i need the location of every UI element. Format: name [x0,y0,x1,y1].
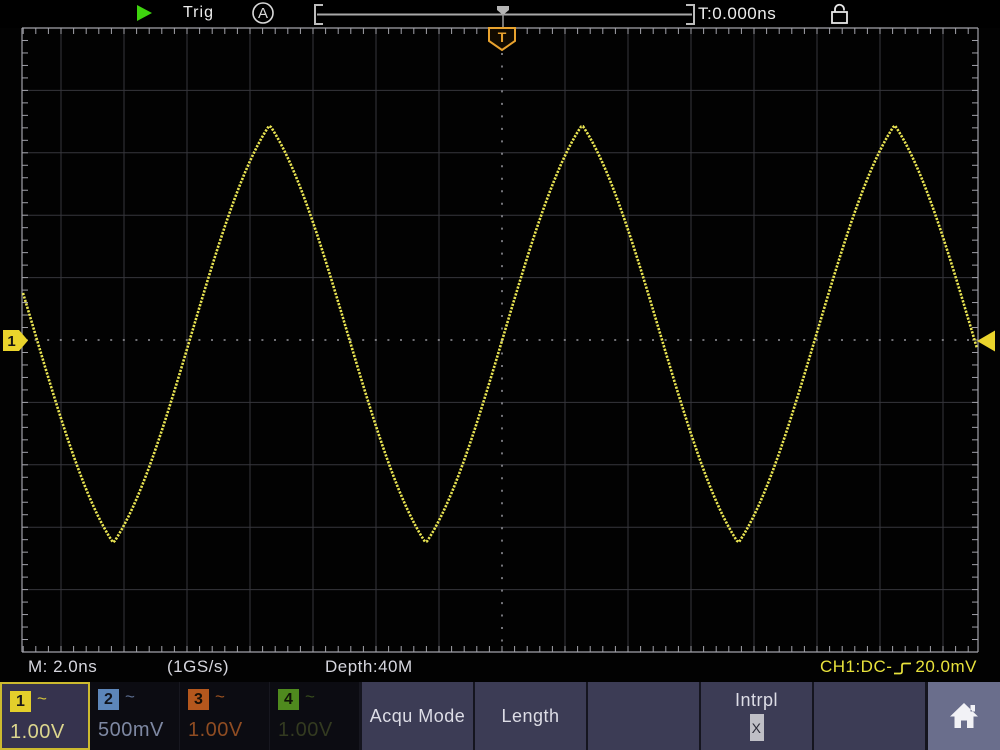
waveform-display: T 1 [0,0,1000,682]
interpolation-checkbox[interactable]: X [750,714,764,741]
channel-3-scale: 1.00V [188,719,243,742]
menu-blank-2 [812,682,925,750]
soft-menu-buttons: Acqu Mode Length Intrpl X [360,682,1000,750]
oscilloscope-screen: Trig A T:0.000ns T 1 M: [0,0,1000,750]
sample-rate-readout: (1GS/s) [167,657,229,677]
trigger-level-readout: 20.0mV [915,657,977,677]
svg-text:T: T [498,29,507,45]
channel-2-badge: 2 [98,689,119,710]
depth-readout: Depth:40M [325,657,413,677]
channel1-position-marker-icon[interactable]: 1 [3,330,28,351]
channel-3-coupling-icon: ~ [215,687,225,707]
bottom-menu-bar: 1 ~ 1.00V 2 ~ 500mV 3 ~ 1.00V 4 ~ 1.00V [0,682,1000,750]
channel-buttons: 1 ~ 1.00V 2 ~ 500mV 3 ~ 1.00V 4 ~ 1.00V [0,682,360,750]
menu-blank-1 [586,682,699,750]
trigger-source-label: CH1:DC- [820,657,892,677]
channel-3-badge: 3 [188,689,209,710]
svg-text:1: 1 [7,333,15,350]
bottom-status-bar: M: 2.0ns (1GS/s) Depth:40M CH1:DC- 20.0m… [0,655,1000,681]
trigger-settings-readout: CH1:DC- 20.0mV [820,657,977,677]
trigger-level-marker-icon[interactable] [977,331,995,352]
channel-4-badge: 4 [278,689,299,710]
timebase-readout: M: 2.0ns [28,657,97,677]
channel-button-4[interactable]: 4 ~ 1.00V [270,682,360,750]
channel-button-2[interactable]: 2 ~ 500mV [90,682,180,750]
channel-button-3[interactable]: 3 ~ 1.00V [180,682,270,750]
rising-edge-icon [893,660,913,677]
channel-2-scale: 500mV [98,719,164,742]
acqu-mode-button[interactable]: Acqu Mode [360,682,473,750]
trigger-marker-badge[interactable]: T [489,28,515,50]
channel-1-coupling-icon: ~ [37,689,47,709]
channel-1-badge: 1 [10,691,31,712]
home-button[interactable] [925,682,1000,750]
channel-button-1[interactable]: 1 ~ 1.00V [0,682,90,750]
channel-1-scale: 1.00V [10,721,65,744]
channel-2-coupling-icon: ~ [125,687,135,707]
length-button[interactable]: Length [473,682,586,750]
channel-4-scale: 1.00V [278,719,333,742]
intrpl-button[interactable]: Intrpl X [699,682,812,750]
home-icon [947,699,981,733]
channel-4-coupling-icon: ~ [305,687,315,707]
ch1-waveform-trace [23,126,977,543]
